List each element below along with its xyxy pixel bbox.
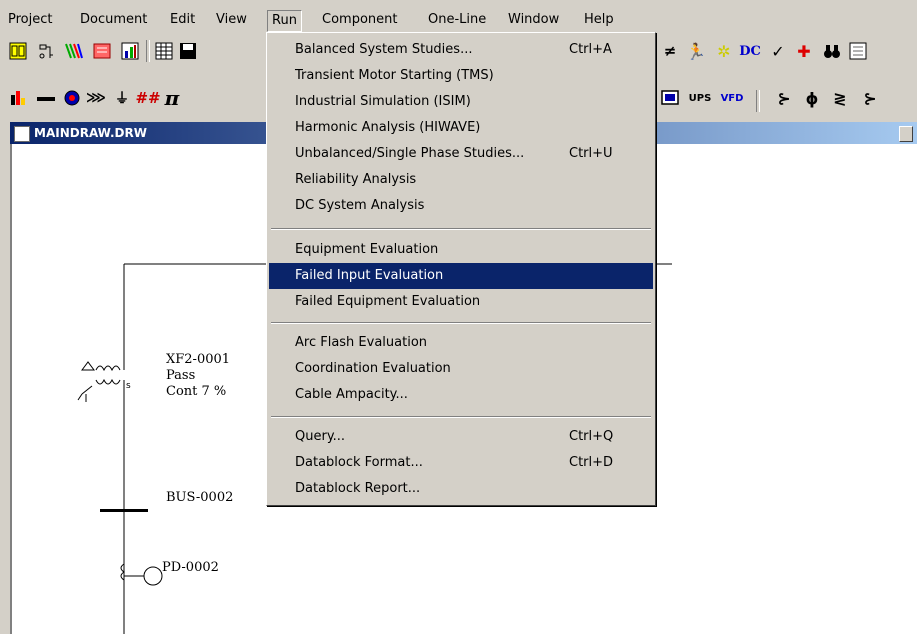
- menu-item-arc-flash-evaluation[interactable]: Arc Flash Evaluation: [269, 330, 653, 356]
- menu-separator: [271, 322, 651, 324]
- menu-component[interactable]: Component: [318, 10, 401, 30]
- svg-text:s: s: [126, 381, 131, 391]
- menu-item-cable-ampacity[interactable]: Cable Ampacity...: [269, 382, 653, 408]
- menu-item-reliability-analysis[interactable]: Reliability Analysis: [269, 167, 653, 193]
- bus-symbol: [100, 509, 148, 512]
- bar-chart-icon[interactable]: [6, 86, 30, 110]
- dc-icon[interactable]: DC: [738, 39, 762, 63]
- menu-item-coordination-evaluation[interactable]: Coordination Evaluation: [269, 356, 653, 382]
- breaker-icon[interactable]: ⊱: [772, 86, 796, 110]
- menu-bar: Project Document Edit View Run Component…: [0, 0, 917, 32]
- menu-item-failed-input-evaluation[interactable]: Failed Input Evaluation: [269, 263, 653, 289]
- check-icon[interactable]: ✓: [766, 39, 790, 63]
- relay-icon[interactable]: ≷: [828, 86, 852, 110]
- document-icon: [14, 126, 30, 142]
- menu-one-line[interactable]: One-Line: [424, 10, 490, 30]
- table-view-icon[interactable]: [846, 39, 870, 63]
- menu-item-harmonic-analysis[interactable]: Harmonic Analysis (HIWAVE): [269, 115, 653, 141]
- ground-icon[interactable]: ⋙: [84, 86, 108, 110]
- menu-edit[interactable]: Edit: [166, 10, 199, 30]
- menu-item-dc-system-analysis[interactable]: DC System Analysis: [269, 193, 653, 219]
- transformer-status: Pass: [166, 368, 196, 383]
- menu-item-query[interactable]: Query... Ctrl+Q: [269, 424, 653, 450]
- menu-item-datablock-format[interactable]: Datablock Format... Ctrl+D: [269, 450, 653, 476]
- layout-icon[interactable]: [6, 39, 30, 63]
- save-icon[interactable]: [176, 39, 200, 63]
- switch-icon[interactable]: ⊱: [858, 86, 882, 110]
- fuse-icon[interactable]: ϕ: [800, 86, 824, 110]
- menu-run[interactable]: Run: [267, 10, 302, 32]
- menu-item-datablock-report[interactable]: Datablock Report...: [269, 476, 653, 502]
- not-equal-icon[interactable]: ≠: [658, 39, 682, 63]
- pd-label: PD-0002: [162, 560, 219, 575]
- red-cross-icon[interactable]: ✚: [792, 39, 816, 63]
- menu-separator: [271, 228, 651, 230]
- ups-icon[interactable]: UPS: [684, 86, 716, 110]
- cable-icon[interactable]: ##: [135, 86, 160, 110]
- menu-item-unbalanced-studies[interactable]: Unbalanced/Single Phase Studies... Ctrl+U: [269, 141, 653, 167]
- pd-symbol: [143, 566, 163, 586]
- person-icon[interactable]: 🏃: [684, 39, 708, 63]
- menu-item-balanced-system-studies[interactable]: Balanced System Studies... Ctrl+A: [269, 37, 653, 63]
- tree-icon[interactable]: [34, 39, 58, 63]
- motor-icon[interactable]: [60, 86, 84, 110]
- report-icon[interactable]: [90, 39, 114, 63]
- bulb-icon[interactable]: ✲: [712, 39, 736, 63]
- transformer-detail: Cont 7 %: [166, 384, 227, 399]
- bus-label: BUS-0002: [166, 490, 234, 505]
- chart-icon[interactable]: [118, 39, 142, 63]
- binoculars-icon[interactable]: [820, 39, 844, 63]
- bus-bar-icon[interactable]: [34, 86, 58, 110]
- monitor-icon[interactable]: [658, 86, 682, 110]
- transformer-id: XF2-0001: [166, 352, 231, 367]
- menu-help[interactable]: Help: [580, 10, 618, 30]
- menu-view[interactable]: View: [212, 10, 251, 30]
- grounding-icon[interactable]: ⏚: [110, 86, 134, 110]
- run-menu-dropdown: Balanced System Studies... Ctrl+A Transie…: [266, 32, 656, 506]
- vfd-icon[interactable]: VFD: [716, 86, 748, 110]
- menu-item-industrial-simulation[interactable]: Industrial Simulation (ISIM): [269, 89, 653, 115]
- waves-icon[interactable]: [62, 39, 86, 63]
- grid-icon[interactable]: [152, 39, 176, 63]
- document-title: MAINDRAW.DRW: [34, 126, 147, 140]
- pi-model-icon[interactable]: π: [160, 86, 184, 110]
- transformer-symbol: s: [77, 354, 131, 402]
- menu-document[interactable]: Document: [76, 10, 151, 30]
- menu-item-failed-equipment-evaluation[interactable]: Failed Equipment Evaluation: [269, 289, 653, 315]
- menu-separator: [271, 416, 651, 418]
- menu-item-transient-motor-starting[interactable]: Transient Motor Starting (TMS): [269, 63, 653, 89]
- menu-item-equipment-evaluation[interactable]: Equipment Evaluation: [269, 237, 653, 263]
- menu-project[interactable]: Project: [4, 10, 56, 30]
- menu-window[interactable]: Window: [504, 10, 563, 30]
- minimize-button[interactable]: [899, 126, 913, 142]
